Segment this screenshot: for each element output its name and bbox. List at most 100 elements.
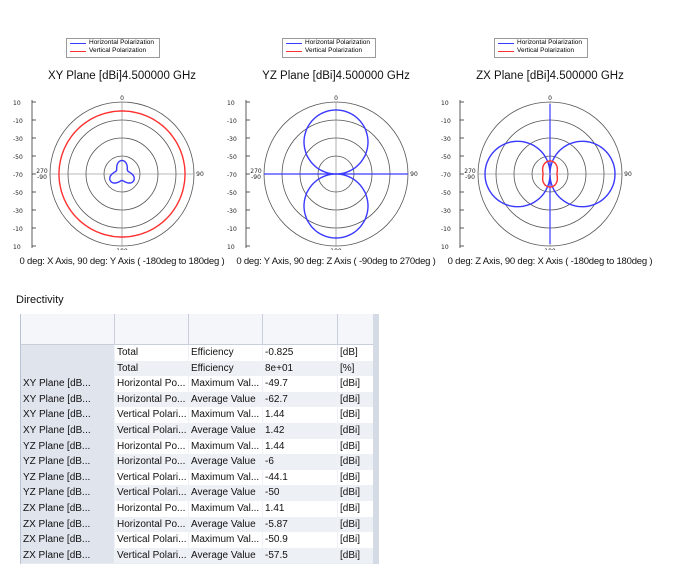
- table-cell: -57.5: [263, 547, 338, 564]
- zx-plane-panel: Horizontal Polarization Vertical Polariz…: [438, 30, 662, 275]
- table-cell: Vertical Polari...: [115, 407, 189, 423]
- table-row[interactable]: ZX Plane [dB... Vertical Polari... Average…: [21, 547, 379, 564]
- legend-horizontal: Horizontal Polarization: [305, 39, 371, 46]
- legend: Horizontal Polarization Vertical Polariz…: [494, 38, 588, 58]
- table-cell: -5.87: [263, 516, 338, 533]
- table-cell: -62.7: [263, 391, 338, 408]
- table-cell: Vertical Polari...: [115, 422, 189, 439]
- table-cell: Maximum Val...: [189, 469, 263, 486]
- legend-horizontal: Horizontal Polarization: [89, 39, 155, 46]
- table-cell: Average Value: [189, 454, 263, 470]
- scale-label: -30: [441, 208, 451, 215]
- table-cell: Efficiency: [189, 360, 263, 377]
- table-body: Total Efficiency -0.825 [dB] Total Efficiency…: [21, 345, 379, 564]
- table-cell: -50: [263, 485, 338, 501]
- scale-label: -30: [441, 136, 451, 143]
- directivity-table[interactable]: Total Efficiency -0.825 [dB] Total Efficiency…: [20, 314, 379, 564]
- table-row[interactable]: XY Plane [dB... Vertical Polari... Average…: [21, 422, 379, 439]
- table-cell: Horizontal Po...: [115, 516, 189, 533]
- horizontal-swatch: [286, 42, 302, 44]
- legend-vertical: Vertical Polarization: [305, 47, 363, 54]
- table-cell: Vertical Polari...: [115, 469, 189, 486]
- scale-label: -10: [13, 118, 23, 125]
- table-row[interactable]: XY Plane [dB... Vertical Polari... Maximum…: [21, 407, 379, 423]
- legend: Horizontal Polarization Vertical Polariz…: [66, 38, 160, 58]
- table-cell: 1.44: [263, 438, 338, 455]
- legend-horizontal: Horizontal Polarization: [517, 39, 583, 46]
- scale-label: -50: [441, 190, 451, 197]
- table-cell: -44.1: [263, 469, 338, 486]
- vertical-scrollbar[interactable]: [373, 314, 379, 564]
- table-cell: YZ Plane [dB...: [21, 454, 115, 470]
- table-row[interactable]: ZX Plane [dB... Horizontal Po... Average V…: [21, 516, 379, 533]
- table-header: [21, 314, 379, 345]
- legend-vertical: Vertical Polarization: [89, 47, 147, 54]
- table-row[interactable]: Total Efficiency -0.825 [dB]: [21, 345, 379, 361]
- scale-label: 10: [13, 244, 21, 250]
- horizontal-swatch: [70, 42, 86, 44]
- table-cell: [21, 345, 115, 361]
- plot-caption: 0 deg: X Axis, 90 deg: Y Axis ( -180deg …: [19, 256, 225, 267]
- table-cell: Vertical Polari...: [115, 485, 189, 501]
- scale-label: -10: [441, 226, 451, 233]
- table-cell: [21, 360, 115, 377]
- table-cell: Maximum Val...: [189, 500, 263, 517]
- scale-label: -10: [441, 118, 451, 125]
- horizontal-swatch: [498, 42, 514, 44]
- header-cell[interactable]: [189, 314, 263, 344]
- polar-plot-yz: 10-10-30-50-70-50-30-1010090270-90180: [227, 95, 418, 250]
- table-row[interactable]: YZ Plane [dB... Horizontal Po... Average V…: [21, 454, 379, 470]
- table-cell: Horizontal Po...: [115, 391, 189, 408]
- vertical-swatch: [70, 50, 86, 52]
- table-cell: Total: [115, 345, 189, 361]
- header-cell[interactable]: [263, 314, 338, 344]
- table-cell: Maximum Val...: [189, 376, 263, 392]
- legend-vertical: Vertical Polarization: [517, 47, 575, 54]
- table-cell: Total: [115, 360, 189, 377]
- table-cell: 1.44: [263, 407, 338, 423]
- table-cell: Average Value: [189, 485, 263, 501]
- polar-plot-xy: 10-10-30-50-70-50-30-1010090270-90180: [13, 95, 204, 250]
- table-cell: Average Value: [189, 516, 263, 533]
- scale-label: 10: [441, 244, 449, 250]
- table-row[interactable]: YZ Plane [dB... Vertical Polari... Average…: [21, 485, 379, 501]
- table-cell: 8e+01: [263, 360, 338, 377]
- scale-label: 10: [13, 100, 21, 107]
- angle-label: 180: [116, 248, 128, 250]
- table-row[interactable]: ZX Plane [dB... Horizontal Po... Maximum V…: [21, 500, 379, 517]
- vertical-swatch: [286, 50, 302, 52]
- table-row[interactable]: YZ Plane [dB... Vertical Polari... Maximum…: [21, 469, 379, 486]
- table-cell: ZX Plane [dB...: [21, 500, 115, 517]
- table-row[interactable]: YZ Plane [dB... Horizontal Po... Maximum V…: [21, 438, 379, 455]
- table-cell: -6: [263, 454, 338, 470]
- scale-label: -10: [13, 226, 23, 233]
- table-cell: YZ Plane [dB...: [21, 438, 115, 455]
- scale-label: -70: [441, 172, 451, 179]
- angle-label: 0: [334, 95, 338, 102]
- angle-label: 0: [548, 95, 552, 102]
- legend: Horizontal Polarization Vertical Polariz…: [282, 38, 376, 58]
- table-cell: -50.9: [263, 532, 338, 548]
- table-cell: YZ Plane [dB...: [21, 485, 115, 501]
- table-cell: XY Plane [dB...: [21, 391, 115, 408]
- header-cell[interactable]: [115, 314, 189, 344]
- table-row[interactable]: XY Plane [dB... Horizontal Po... Maximum V…: [21, 376, 379, 392]
- plot-caption: 0 deg: Z Axis, 90 deg: X Axis ( -180deg …: [447, 256, 653, 267]
- xy-plane-panel: Horizontal Polarization Vertical Polariz…: [10, 30, 234, 275]
- table-cell: 1.42: [263, 422, 338, 439]
- table-row[interactable]: Total Efficiency 8e+01 [%]: [21, 360, 379, 377]
- table-cell: Average Value: [189, 422, 263, 439]
- table-cell: Vertical Polari...: [115, 532, 189, 548]
- scale-label: -50: [441, 154, 451, 161]
- table-row[interactable]: ZX Plane [dB... Vertical Polari... Maximum…: [21, 532, 379, 548]
- table-cell: ZX Plane [dB...: [21, 516, 115, 533]
- header-cell[interactable]: [21, 314, 115, 344]
- vertical-swatch: [498, 50, 514, 52]
- angle-label: 90: [196, 171, 204, 178]
- table-cell: Efficiency: [189, 345, 263, 361]
- table-row[interactable]: XY Plane [dB... Horizontal Po... Average V…: [21, 391, 379, 408]
- scale-label: -30: [227, 208, 237, 215]
- table-cell: Maximum Val...: [189, 438, 263, 455]
- angle-label: 90: [410, 171, 418, 178]
- scale-label: -30: [13, 208, 23, 215]
